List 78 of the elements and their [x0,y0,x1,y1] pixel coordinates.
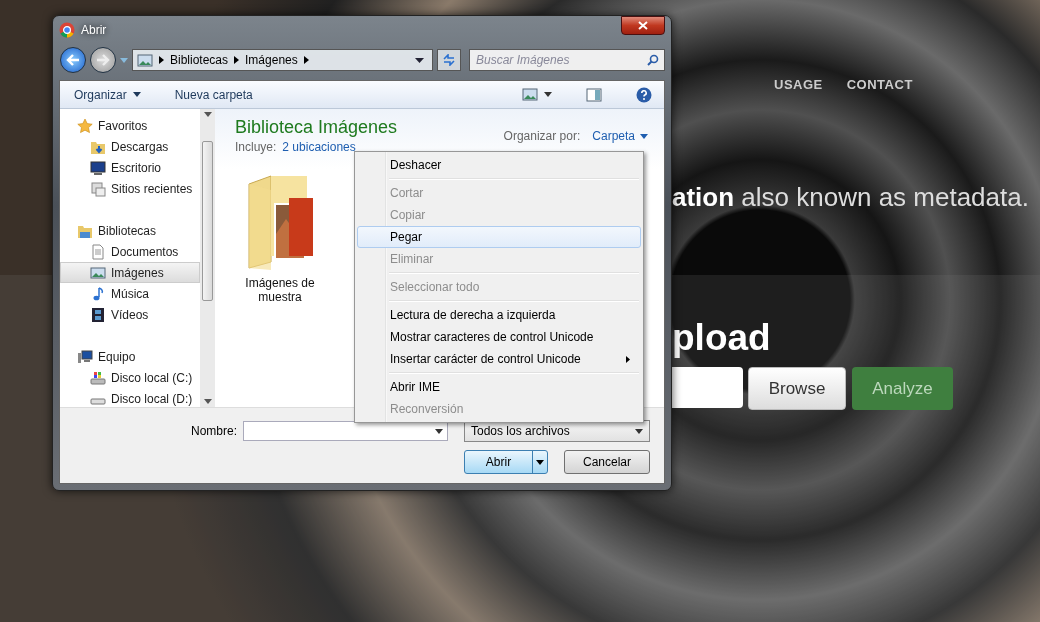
computer-icon [77,348,93,365]
new-folder-button[interactable]: Nueva carpeta [172,85,255,104]
sidebar-item[interactable]: Sitios recientes [60,178,200,199]
menu-item[interactable]: Deshacer [357,154,641,176]
sidebar-item[interactable]: Equipo [60,346,200,367]
picture-icon [90,264,106,281]
picture-icon [137,53,153,67]
drive-icon [90,398,106,405]
locations-link[interactable]: 2 ubicaciones [282,140,356,154]
caret-icon [544,92,552,97]
browse-button[interactable]: Browse [748,367,846,410]
caret-icon [203,399,212,404]
tagline: ation also known as metadata. [672,182,1030,213]
picture-folder-icon[interactable] [245,174,315,270]
organize-button[interactable]: Organizar [72,85,143,104]
monitor-icon [90,159,106,176]
sidebar-item[interactable]: Imágenes [60,262,200,283]
nav-link[interactable]: CONTACT [846,77,913,92]
caret-icon [203,112,212,117]
scrollbar[interactable] [200,109,215,407]
file-input-field[interactable] [672,367,743,408]
refresh-arrows-icon [442,54,456,66]
sidebar-item[interactable]: Documentos [60,241,200,262]
sidebar-item[interactable]: Favoritos [60,115,200,136]
library-title: Biblioteca Imágenes [235,117,398,138]
help-icon [636,86,652,103]
chevron-icon [159,56,164,64]
chevron-icon [234,56,240,64]
open-button[interactable]: Abrir [464,450,548,474]
sidebar-item[interactable]: Disco local (C:) [60,367,200,388]
menu-item[interactable]: Mostrar caracteres de control Unicode [357,326,641,348]
sidebar-item[interactable]: Descargas [60,136,200,157]
forward-arrow-icon [96,54,110,66]
caret-icon [536,459,544,465]
window-title: Abrir [81,23,108,37]
folder-name[interactable]: Imágenes de muestra [235,276,325,304]
sidebar-item[interactable]: Vídeos [60,304,200,325]
cancel-button[interactable]: Cancelar [564,450,650,474]
sidebar-item[interactable]: Disco local (D:) [60,388,200,407]
includes-label: Incluye: [235,140,277,154]
caret-icon [435,428,443,434]
caret-icon [640,133,648,139]
close-icon [638,20,648,30]
breadcrumb-item[interactable]: Bibliotecas [170,53,229,67]
upload-heading: pload [672,317,772,359]
recent-places-icon [90,180,106,197]
search-field[interactable]: Buscar Imágenes [469,49,665,71]
sidebar-item[interactable]: Escritorio [60,157,200,178]
document-icon [90,243,106,260]
caret-icon [635,428,643,434]
refresh-button[interactable] [437,49,461,71]
close-button[interactable] [621,15,665,35]
system-drive-icon [90,369,106,386]
arrange-by-label: Organizar por: [503,129,581,143]
picture-icon [522,88,538,101]
chevron-icon [303,56,309,64]
caret-icon [132,92,141,97]
arrange-by-dropdown[interactable]: Carpeta [592,129,648,143]
back-button[interactable] [60,47,86,73]
sidebar-item[interactable]: Bibliotecas [60,220,200,241]
breadcrumb-item[interactable]: Imágenes [245,53,298,67]
filename-field[interactable] [243,421,448,441]
browser-logo-icon [59,22,75,38]
menu-item[interactable]: Lectura de derecha a izquierda [357,304,641,326]
sidebar-item[interactable]: Música [60,283,200,304]
filename-label: Nombre: [191,424,237,438]
preview-pane-icon [586,87,602,102]
star-icon [77,117,93,134]
caret-icon[interactable] [415,57,424,63]
menu-item[interactable]: Insertar carácter de control Unicode [357,348,641,370]
view-button[interactable] [520,86,554,103]
menu-item[interactable]: Abrir IME [357,376,641,398]
address-bar[interactable]: Bibliotecas Imágenes [132,49,433,71]
menu-item[interactable]: Pegar [357,226,641,248]
nav-link[interactable]: USAGE [774,77,823,92]
film-icon [90,306,106,323]
preview-pane-button[interactable] [584,85,604,104]
back-arrow-icon [66,54,80,66]
